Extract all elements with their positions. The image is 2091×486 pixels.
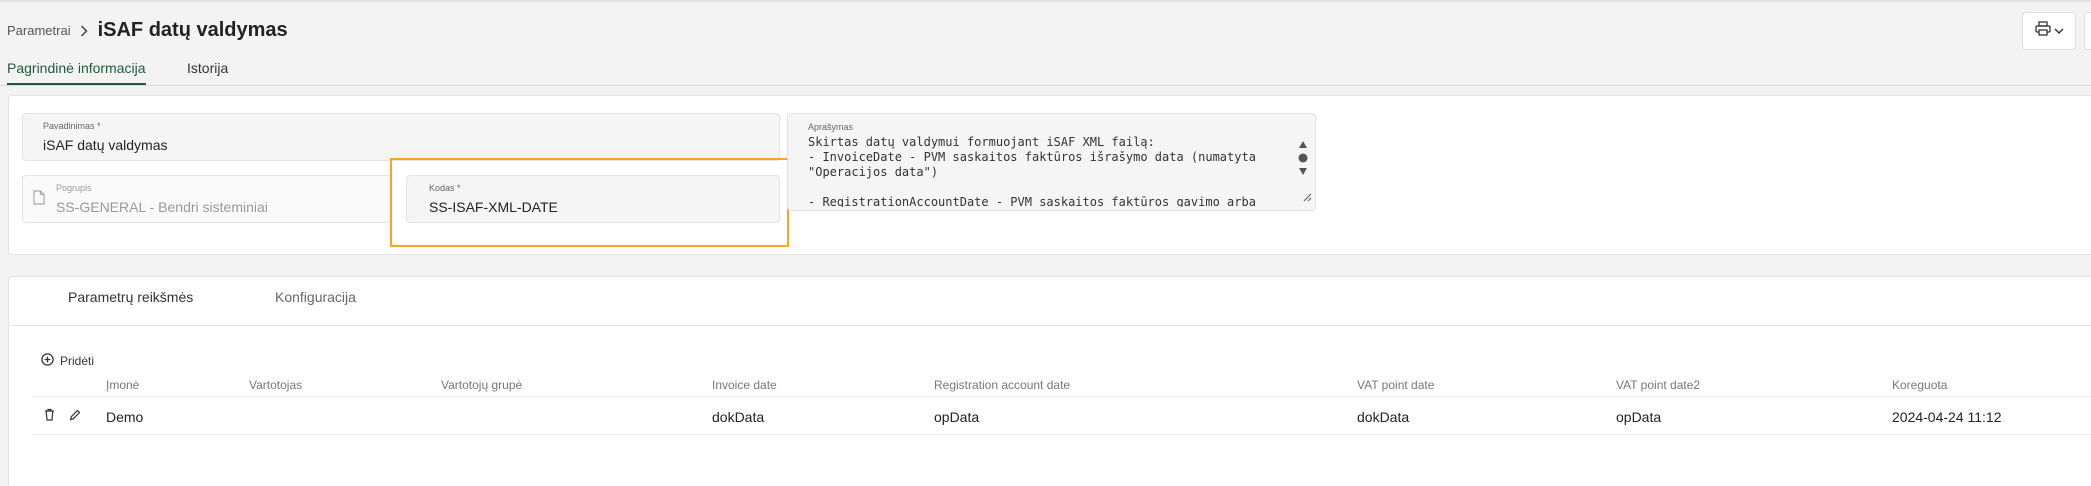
column-header-invoice-date[interactable]: Invoice date bbox=[712, 378, 777, 392]
subgroup-label: Pogrupis bbox=[56, 183, 92, 193]
column-header-vat-point-date[interactable]: VAT point date bbox=[1357, 378, 1434, 392]
cell-modified: 2024-04-24 11:12 bbox=[1892, 409, 2002, 425]
column-header-company[interactable]: Įmonė bbox=[106, 378, 139, 392]
subgroup-field: Pogrupis SS-GENERAL - Bendri sisteminiai bbox=[22, 175, 392, 223]
scroll-up-icon bbox=[1299, 141, 1307, 148]
description-label: Aprašymas bbox=[808, 122, 854, 132]
column-header-vat-point-date2[interactable]: VAT point date2 bbox=[1616, 378, 1700, 392]
scroll-thumb-icon bbox=[1298, 153, 1308, 163]
trash-icon[interactable] bbox=[44, 408, 55, 426]
tab-configuration[interactable]: Konfiguracija bbox=[275, 289, 356, 305]
top-border bbox=[0, 0, 2091, 2]
tab-history[interactable]: Istorija bbox=[187, 60, 228, 76]
tab-main-info[interactable]: Pagrindinė informacija bbox=[7, 60, 146, 85]
header-divider bbox=[32, 396, 2091, 397]
description-textarea[interactable]: Skirtas datų valdymui formuojant iSAF XM… bbox=[808, 135, 1288, 207]
breadcrumb-parent-link[interactable]: Parametrai bbox=[7, 23, 71, 38]
add-button[interactable]: Pridėti bbox=[41, 353, 94, 369]
cell-vat-point-date2: opData bbox=[1616, 409, 1662, 425]
cell-company: Demo bbox=[106, 409, 144, 425]
column-header-user[interactable]: Vartotojas bbox=[249, 378, 302, 392]
more-button[interactable] bbox=[2084, 12, 2091, 50]
tab-parameter-values[interactable]: Parametrų reikšmės bbox=[68, 289, 193, 305]
pencil-icon[interactable] bbox=[69, 408, 81, 426]
chevron-right-icon bbox=[80, 24, 88, 37]
column-header-registration-account-date[interactable]: Registration account date bbox=[934, 378, 1070, 392]
tab-bar: Pagrindinė informacija Istorija bbox=[0, 58, 2091, 86]
cell-registration-account-date: opData bbox=[934, 409, 980, 425]
document-icon bbox=[33, 190, 45, 210]
scroll-down-icon bbox=[1299, 168, 1307, 175]
add-circle-icon bbox=[41, 353, 54, 369]
name-value: iSAF datų valdymas bbox=[43, 137, 168, 153]
description-scrollbar[interactable] bbox=[1297, 140, 1309, 176]
column-header-user-group[interactable]: Vartotojų grupė bbox=[441, 378, 522, 392]
chevron-down-icon bbox=[2053, 22, 2064, 40]
name-field[interactable]: Pavadinimas * iSAF datų valdymas bbox=[22, 113, 780, 161]
cell-invoice-date: dokData bbox=[712, 409, 765, 425]
breadcrumb: Parametrai iSAF datų valdymas bbox=[7, 19, 288, 42]
add-label: Pridėti bbox=[60, 354, 95, 368]
code-field-highlight bbox=[390, 158, 789, 247]
print-button[interactable] bbox=[2022, 12, 2076, 50]
row-divider bbox=[32, 434, 2091, 435]
subtabs-divider bbox=[8, 325, 2091, 326]
description-field[interactable]: Aprašymas Skirtas datų valdymui formuoja… bbox=[787, 113, 1316, 211]
printer-icon bbox=[2034, 21, 2051, 41]
subgroup-value: SS-GENERAL - Bendri sisteminiai bbox=[56, 199, 268, 215]
resize-handle-icon[interactable] bbox=[1303, 189, 1312, 207]
column-header-modified[interactable]: Koreguota bbox=[1892, 378, 1947, 392]
cell-vat-point-date: dokData bbox=[1357, 409, 1410, 425]
name-label: Pavadinimas * bbox=[43, 121, 101, 131]
page-title: iSAF datų valdymas bbox=[97, 19, 288, 41]
